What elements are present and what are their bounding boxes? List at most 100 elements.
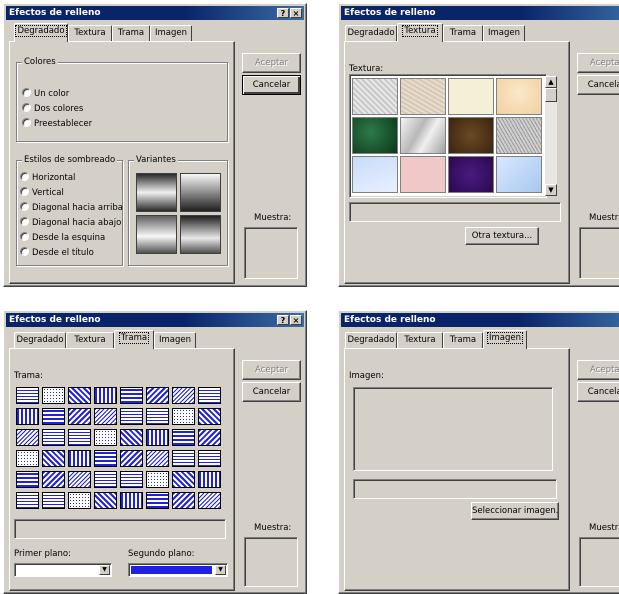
pattern-swatch[interactable] — [120, 387, 143, 404]
pattern-swatch[interactable] — [68, 450, 91, 467]
texture-newsprint[interactable] — [352, 78, 398, 115]
pattern-swatch[interactable] — [68, 471, 91, 488]
pattern-swatch[interactable] — [120, 408, 143, 425]
variant-swatch-2[interactable] — [180, 173, 221, 212]
tab-texture[interactable]: Textura — [68, 25, 112, 41]
tab-gradient[interactable]: Degradado — [345, 332, 397, 348]
scroll-thumb[interactable] — [545, 88, 557, 102]
pattern-swatch[interactable] — [16, 492, 39, 509]
texture-brown-marble[interactable] — [448, 117, 494, 154]
pattern-swatch[interactable] — [146, 492, 169, 509]
close-button[interactable]: × — [290, 315, 302, 325]
background-color-select[interactable]: ▼ — [128, 563, 228, 577]
pattern-swatch[interactable] — [198, 471, 221, 488]
pattern-swatch[interactable] — [16, 408, 39, 425]
tab-gradient[interactable]: Degradado — [14, 332, 66, 348]
radio-horizontal[interactable]: Horizontal — [20, 172, 75, 184]
pattern-swatch[interactable] — [68, 492, 91, 509]
pattern-swatch[interactable] — [42, 408, 65, 425]
accept-button[interactable]: Aceptar — [577, 53, 619, 73]
pattern-swatch[interactable] — [146, 387, 169, 404]
pattern-swatch[interactable] — [94, 492, 117, 509]
pattern-swatch[interactable] — [16, 471, 39, 488]
pattern-swatch[interactable] — [120, 450, 143, 467]
help-button[interactable]: ? — [277, 315, 289, 325]
tab-texture[interactable]: Textura — [397, 23, 443, 42]
chevron-down-icon[interactable]: ▼ — [99, 565, 110, 575]
radio-diagonal-down[interactable]: Diagonal hacia abajo — [20, 217, 121, 229]
pattern-swatch[interactable] — [198, 492, 221, 509]
tab-picture[interactable]: Imagen — [154, 332, 196, 348]
tab-gradient[interactable]: Degradado — [14, 23, 68, 42]
pattern-swatch[interactable] — [120, 429, 143, 446]
help-button[interactable]: ? — [277, 8, 289, 18]
pattern-swatch[interactable] — [68, 408, 91, 425]
cancel-button[interactable]: Cancelar — [242, 75, 301, 95]
close-button[interactable]: × — [290, 8, 302, 18]
texture-green-marble[interactable] — [352, 117, 398, 154]
tab-pattern[interactable]: Trama — [443, 25, 483, 41]
radio-from-corner[interactable]: Desde la esquina — [20, 232, 105, 244]
pattern-swatch[interactable] — [172, 471, 195, 488]
pattern-swatch[interactable] — [42, 387, 65, 404]
pattern-swatch[interactable] — [120, 471, 143, 488]
pattern-swatch[interactable] — [16, 387, 39, 404]
tab-gradient[interactable]: Degradado — [345, 25, 397, 41]
radio-diagonal-up[interactable]: Diagonal hacia arriba — [20, 202, 123, 214]
pattern-swatch[interactable] — [146, 471, 169, 488]
radio-preset[interactable]: Preestablecer — [22, 118, 92, 130]
variant-swatch-4[interactable] — [180, 215, 221, 254]
pattern-swatch[interactable] — [198, 387, 221, 404]
pattern-swatch[interactable] — [172, 450, 195, 467]
radio-two-colors[interactable]: Dos colores — [22, 103, 83, 115]
radio-one-color[interactable]: Un color — [22, 88, 69, 100]
pattern-swatch[interactable] — [172, 492, 195, 509]
radio-vertical[interactable]: Vertical — [20, 187, 64, 199]
tab-picture[interactable]: Imagen — [483, 330, 527, 349]
pattern-swatch[interactable] — [42, 471, 65, 488]
pattern-swatch[interactable] — [146, 450, 169, 467]
pattern-swatch[interactable] — [42, 450, 65, 467]
radio-from-title[interactable]: Desde el título — [20, 247, 94, 259]
pattern-swatch[interactable] — [198, 450, 221, 467]
pattern-swatch[interactable] — [16, 450, 39, 467]
texture-purple-mesh[interactable] — [448, 156, 494, 193]
cancel-button[interactable]: Cancelar — [577, 75, 619, 95]
tab-picture[interactable]: Imagen — [483, 25, 525, 41]
tab-pattern[interactable]: Trama — [443, 332, 483, 348]
accept-button[interactable]: Aceptar — [242, 53, 301, 73]
pattern-swatch[interactable] — [198, 429, 221, 446]
variant-swatch-1[interactable] — [136, 173, 177, 212]
texture-stationery[interactable] — [496, 78, 542, 115]
pattern-swatch[interactable] — [68, 429, 91, 446]
pattern-swatch[interactable] — [94, 429, 117, 446]
accept-button[interactable]: Aceptar — [577, 360, 619, 380]
cancel-button[interactable]: Cancelar — [242, 382, 301, 402]
texture-recycled-paper[interactable] — [400, 78, 446, 115]
texture-parchment[interactable] — [448, 78, 494, 115]
scroll-up-button[interactable]: ▲ — [545, 76, 557, 88]
pattern-swatch[interactable] — [68, 387, 91, 404]
foreground-color-select[interactable]: ▼ — [14, 563, 112, 577]
texture-granite[interactable] — [496, 117, 542, 154]
tab-pattern[interactable]: Trama — [114, 330, 154, 349]
pattern-swatch[interactable] — [94, 387, 117, 404]
tab-pattern[interactable]: Trama — [112, 25, 150, 41]
pattern-swatch[interactable] — [94, 408, 117, 425]
pattern-swatch[interactable] — [172, 387, 195, 404]
texture-pink-tissue[interactable] — [400, 156, 446, 193]
chevron-down-icon[interactable]: ▼ — [215, 565, 226, 575]
pattern-swatch[interactable] — [120, 492, 143, 509]
pattern-swatch[interactable] — [172, 408, 195, 425]
accept-button[interactable]: Aceptar — [242, 360, 301, 380]
pattern-swatch[interactable] — [94, 450, 117, 467]
texture-white-marble[interactable] — [400, 117, 446, 154]
texture-blue-tissue[interactable] — [352, 156, 398, 193]
select-picture-button[interactable]: Seleccionar imagen... — [471, 502, 559, 520]
pattern-swatch[interactable] — [42, 429, 65, 446]
variant-swatch-3[interactable] — [136, 215, 177, 254]
pattern-swatch[interactable] — [146, 429, 169, 446]
pattern-swatch[interactable] — [172, 429, 195, 446]
tab-picture[interactable]: Imagen — [150, 25, 192, 41]
scroll-down-button[interactable]: ▼ — [545, 184, 557, 196]
